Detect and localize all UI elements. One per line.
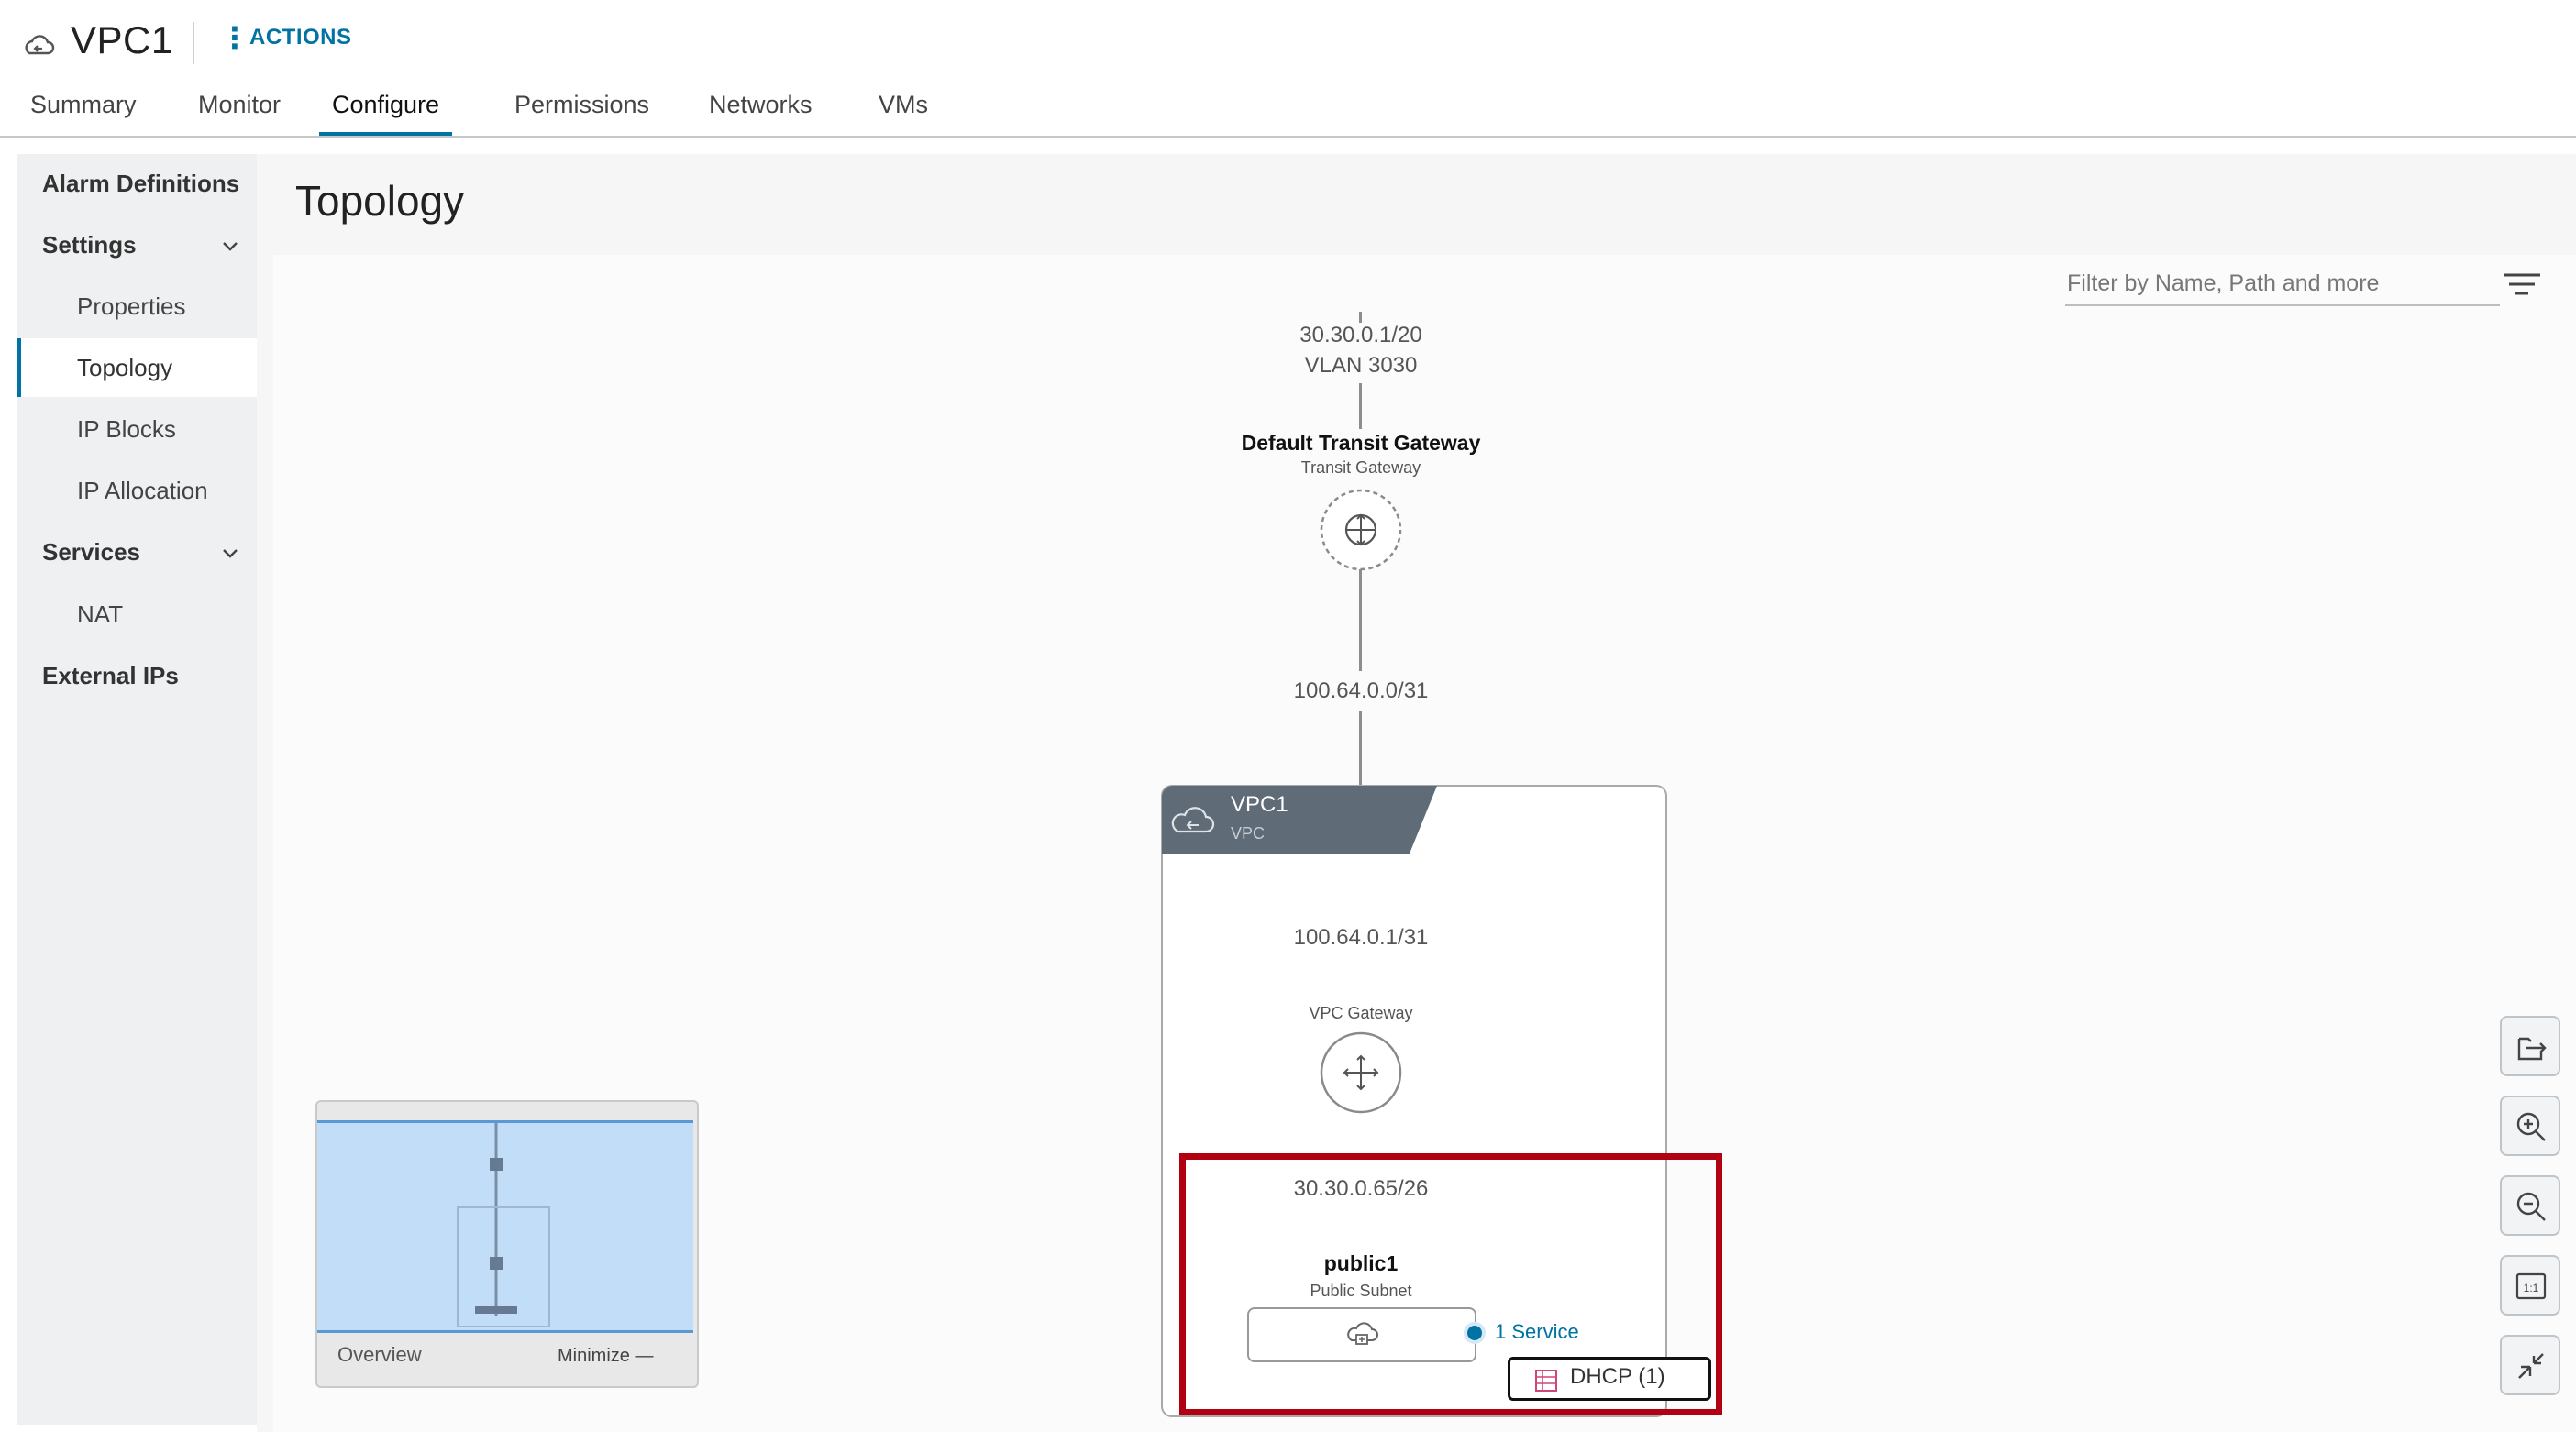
- vpc-type: VPC: [1231, 824, 1266, 843]
- export-button[interactable]: [2500, 1016, 2560, 1076]
- overview-minimap[interactable]: [317, 1120, 693, 1333]
- sidebar-item-label: IP Allocation: [77, 477, 208, 504]
- zoom-in-button[interactable]: [2500, 1096, 2560, 1156]
- uplink-cidr: 30.30.0.1/20: [1299, 323, 1422, 347]
- tab-networks[interactable]: Networks: [709, 86, 813, 134]
- actions-menu-button[interactable]: ⋮ACTIONS: [220, 21, 352, 54]
- sidebar-item-label: Topology: [77, 354, 173, 381]
- sidebar-item-label: Services: [42, 538, 140, 566]
- actual-size-label: 1:1: [2524, 1282, 2539, 1294]
- vpc-header-tab: [1162, 786, 1437, 854]
- page-title: Topology: [295, 177, 465, 225]
- filter-icon[interactable]: [2502, 271, 2542, 299]
- connector-line: [1359, 568, 1362, 671]
- more-vertical-icon: ⋮: [220, 21, 250, 54]
- sidebar-item-label: Settings: [42, 231, 137, 259]
- tab-summary[interactable]: Summary: [30, 86, 137, 134]
- tab-monitor[interactable]: Monitor: [198, 86, 281, 134]
- configure-sidebar: Alarm Definitions Settings Properties To…: [17, 154, 257, 1425]
- highlight-box: [1179, 1153, 1722, 1415]
- sidebar-item-label: NAT: [77, 600, 124, 628]
- vpc-link-cidr: 100.64.0.1/31: [1293, 925, 1429, 950]
- minimize-button[interactable]: Minimize —: [558, 1346, 653, 1367]
- connector-line: [1359, 383, 1362, 429]
- actual-size-button[interactable]: 1:1: [2500, 1255, 2560, 1316]
- sidebar-item-ip-allocation[interactable]: IP Allocation: [17, 461, 257, 520]
- sidebar-item-label: Properties: [77, 292, 186, 320]
- tab-vms[interactable]: VMs: [879, 86, 928, 134]
- sidebar-item-external-ips[interactable]: External IPs: [17, 646, 257, 705]
- zoom-out-button[interactable]: [2500, 1175, 2560, 1236]
- sidebar-group-settings[interactable]: Settings: [17, 215, 257, 274]
- connector-line: [1359, 711, 1362, 785]
- header-divider: [193, 22, 194, 64]
- vpc-gateway-node[interactable]: [1317, 1029, 1405, 1117]
- tab-configure[interactable]: Configure: [319, 86, 453, 136]
- filter-input[interactable]: [2065, 262, 2500, 306]
- sidebar-item-properties[interactable]: Properties: [17, 277, 257, 336]
- chevron-down-icon: [223, 242, 238, 251]
- connector-line: [1359, 312, 1362, 323]
- page-header-title: VPC1: [71, 18, 173, 61]
- zoom-out-icon: [2516, 1192, 2546, 1221]
- sidebar-item-label: Alarm Definitions: [42, 170, 240, 197]
- actions-label: ACTIONS: [249, 25, 352, 50]
- uplink-vlan: VLAN 3030: [1304, 353, 1418, 378]
- sidebar-group-services[interactable]: Services: [17, 523, 257, 581]
- sidebar-item-label: IP Blocks: [77, 415, 176, 443]
- vpc-cloud-icon: [25, 35, 55, 55]
- transit-link-cidr: 100.64.0.0/31: [1293, 678, 1429, 703]
- chevron-down-icon: [223, 549, 238, 558]
- sidebar-item-nat[interactable]: NAT: [17, 585, 257, 644]
- vpc-gateway-type: VPC Gateway: [1309, 1004, 1413, 1022]
- sidebar-item-label: External IPs: [42, 662, 179, 689]
- tab-permissions[interactable]: Permissions: [514, 86, 649, 134]
- tab-bar: Summary Monitor Configure Permissions Ne…: [0, 86, 2576, 138]
- collapse-icon: [2518, 1353, 2544, 1379]
- minimap-drawing: [457, 1123, 550, 1327]
- overview-label: Overview: [337, 1343, 422, 1366]
- actual-size-icon: 1:1: [2515, 1272, 2547, 1300]
- transit-gateway-type: Transit Gateway: [1300, 458, 1421, 477]
- vpc-name: VPC1: [1231, 792, 1288, 817]
- export-icon: [2517, 1037, 2547, 1061]
- sidebar-item-topology[interactable]: Topology: [17, 338, 257, 397]
- sidebar-item-ip-blocks[interactable]: IP Blocks: [17, 400, 257, 458]
- transit-gateway-node[interactable]: [1317, 486, 1405, 574]
- sidebar-item-alarm-definitions[interactable]: Alarm Definitions: [17, 154, 257, 213]
- zoom-in-icon: [2516, 1112, 2546, 1141]
- collapse-button[interactable]: [2500, 1335, 2560, 1395]
- transit-gateway-name[interactable]: Default Transit Gateway: [1242, 431, 1481, 456]
